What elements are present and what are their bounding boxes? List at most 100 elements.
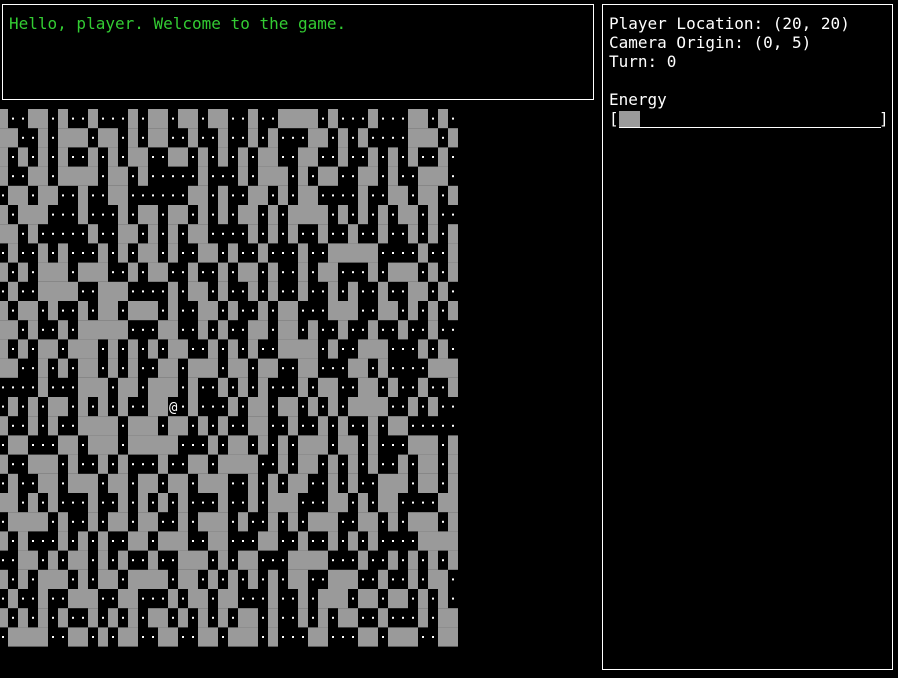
- wall-tile: [308, 205, 318, 225]
- floor-tile: [402, 136, 404, 139]
- floor-tile: [382, 540, 384, 542]
- floor-tile: [132, 520, 134, 523]
- floor-tile: [432, 501, 434, 504]
- floor-tile: [22, 386, 24, 389]
- floor-tile: [342, 194, 344, 197]
- wall-tile: [48, 493, 58, 513]
- floor-tile: [392, 328, 394, 331]
- floor-tile: [252, 597, 254, 600]
- wall-tile: [128, 416, 138, 436]
- floor-tile: [42, 232, 44, 235]
- wall-tile: [18, 512, 28, 532]
- wall-tile: [248, 608, 258, 628]
- floor-tile: [212, 213, 214, 216]
- wall-tile: [228, 435, 238, 455]
- wall-tile: [428, 512, 438, 532]
- game-map[interactable]: @: [0, 109, 598, 678]
- floor-tile: [292, 463, 294, 466]
- wall-tile: [368, 589, 378, 609]
- wall-tile: [108, 281, 118, 301]
- wall-tile: [418, 109, 428, 129]
- wall-tile: [108, 473, 118, 493]
- floor-tile: [432, 156, 434, 158]
- wall-tile: [248, 454, 258, 474]
- wall-tile: [38, 128, 48, 148]
- wall-tile: [308, 185, 318, 205]
- wall-tile: [308, 147, 318, 167]
- floor-tile: [152, 175, 154, 178]
- floor-tile: [32, 156, 34, 158]
- wall-tile: [168, 377, 178, 397]
- wall-tile: [28, 109, 38, 129]
- wall-tile: [58, 531, 68, 551]
- wall-tile: [318, 627, 328, 647]
- wall-tile: [218, 589, 228, 609]
- floor-tile: [352, 386, 354, 389]
- wall-tile: [38, 473, 48, 493]
- wall-tile: [0, 224, 8, 244]
- wall-tile: [218, 147, 228, 167]
- floor-tile: [12, 175, 14, 178]
- wall-tile: [118, 166, 128, 186]
- floor-tile: [112, 271, 114, 274]
- wall-tile: [0, 416, 8, 436]
- wall-tile: [438, 627, 448, 647]
- wall-tile: [88, 166, 98, 186]
- wall-tile: [208, 109, 218, 129]
- floor-tile: [322, 156, 324, 158]
- floor-tile: [52, 444, 54, 446]
- wall-tile: [368, 435, 378, 455]
- wall-tile: [308, 109, 318, 129]
- wall-tile: [338, 416, 348, 436]
- floor-tile: [182, 405, 184, 408]
- floor-tile: [292, 540, 294, 542]
- wall-tile: [158, 109, 168, 129]
- floor-tile: [242, 136, 244, 139]
- floor-tile: [422, 501, 424, 504]
- wall-tile: [418, 512, 428, 532]
- wall-tile: [388, 627, 398, 647]
- wall-tile: [18, 435, 28, 455]
- floor-tile: [422, 328, 424, 331]
- wall-tile: [368, 320, 378, 340]
- floor-tile: [332, 367, 334, 370]
- floor-tile: [62, 559, 64, 562]
- floor-tile: [312, 290, 314, 293]
- wall-tile: [428, 301, 438, 321]
- floor-tile: [142, 348, 144, 350]
- floor-tile: [92, 252, 94, 254]
- wall-tile: [68, 166, 78, 186]
- floor-tile: [322, 328, 324, 331]
- wall-tile: [388, 377, 398, 397]
- wall-tile: [448, 435, 458, 455]
- wall-tile: [448, 377, 458, 397]
- wall-tile: [368, 627, 378, 647]
- floor-tile: [262, 636, 264, 638]
- floor-tile: [142, 386, 144, 389]
- floor-tile: [272, 559, 274, 562]
- wall-tile: [98, 301, 108, 321]
- wall-tile: [58, 147, 68, 167]
- floor-tile: [72, 309, 74, 312]
- wall-tile: [388, 301, 398, 321]
- wall-tile: [48, 550, 58, 570]
- floor-tile: [182, 463, 184, 466]
- wall-tile: [108, 608, 118, 628]
- wall-tile: [258, 416, 268, 436]
- floor-tile: [342, 540, 344, 542]
- floor-tile: [442, 309, 444, 312]
- wall-tile: [118, 627, 128, 647]
- map-grid[interactable]: @: [0, 109, 598, 678]
- wall-tile: [58, 262, 68, 282]
- wall-tile: [408, 262, 418, 282]
- wall-tile: [348, 531, 358, 551]
- wall-tile: [408, 109, 418, 129]
- player-glyph: @: [169, 400, 178, 416]
- floor-tile: [252, 156, 254, 158]
- wall-tile: [98, 262, 108, 282]
- wall-tile: [78, 205, 88, 225]
- floor-tile: [72, 578, 74, 581]
- wall-tile: [308, 454, 318, 474]
- floor-tile: [52, 136, 54, 139]
- floor-tile: [162, 309, 164, 312]
